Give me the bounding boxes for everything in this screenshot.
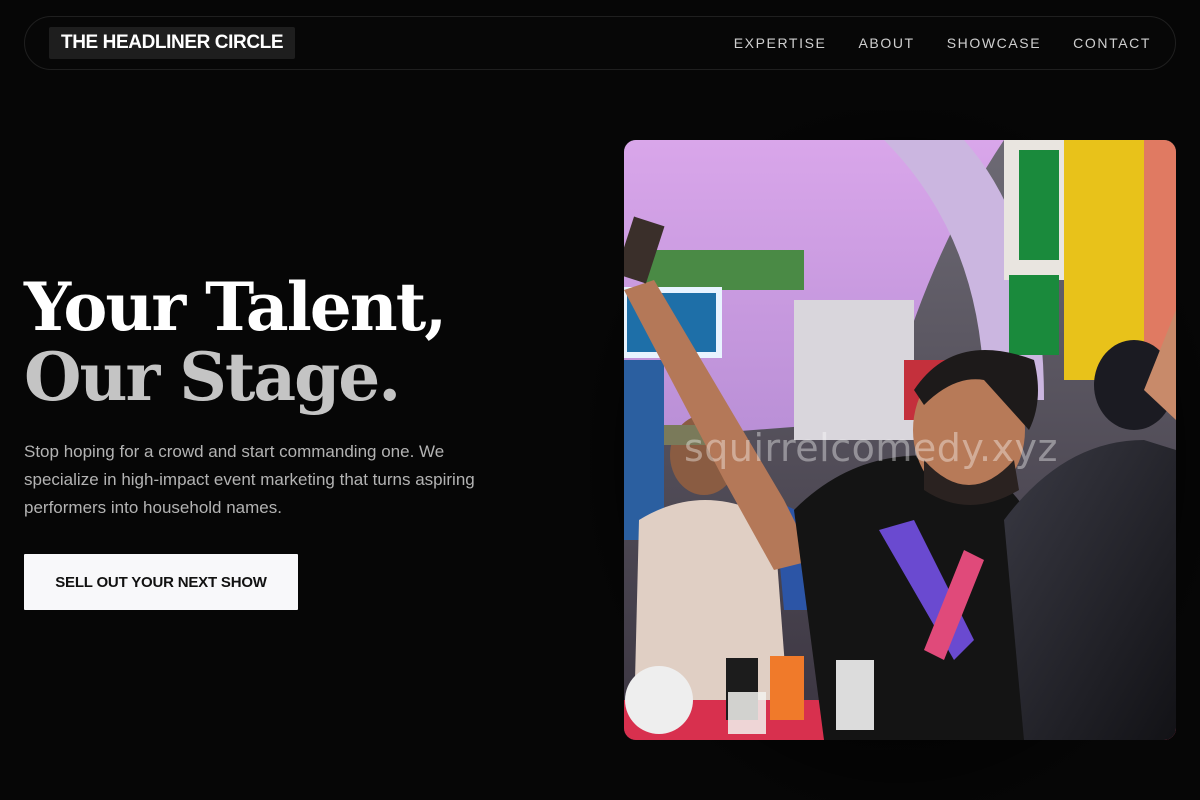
nav-link-showcase[interactable]: SHOWCASE [947,35,1041,51]
hero-photo: squirrelcomedy.xyz [624,140,1176,740]
sell-out-show-button[interactable]: SELL OUT YOUR NEXT SHOW [24,554,298,610]
image-watermark: squirrelcomedy.xyz [684,426,1058,470]
hero-headline-line2: Our Stage. [24,338,401,416]
nav-links: EXPERTISE ABOUT SHOWCASE CONTACT [734,17,1151,69]
landing-page: THE HEADLINER CIRCLE EXPERTISE ABOUT SHO… [0,0,1200,800]
hero-headline-line1: Your Talent, [24,268,447,346]
nav-link-contact[interactable]: CONTACT [1073,35,1151,51]
hero-headline: Your Talent, Our Stage. [24,268,447,416]
hero-subcopy: Stop hoping for a crowd and start comman… [24,442,475,517]
top-nav: THE HEADLINER CIRCLE EXPERTISE ABOUT SHO… [24,16,1176,70]
nav-link-expertise[interactable]: EXPERTISE [734,35,827,51]
brand-logo[interactable]: THE HEADLINER CIRCLE [49,27,296,59]
nav-link-about[interactable]: ABOUT [858,35,914,51]
